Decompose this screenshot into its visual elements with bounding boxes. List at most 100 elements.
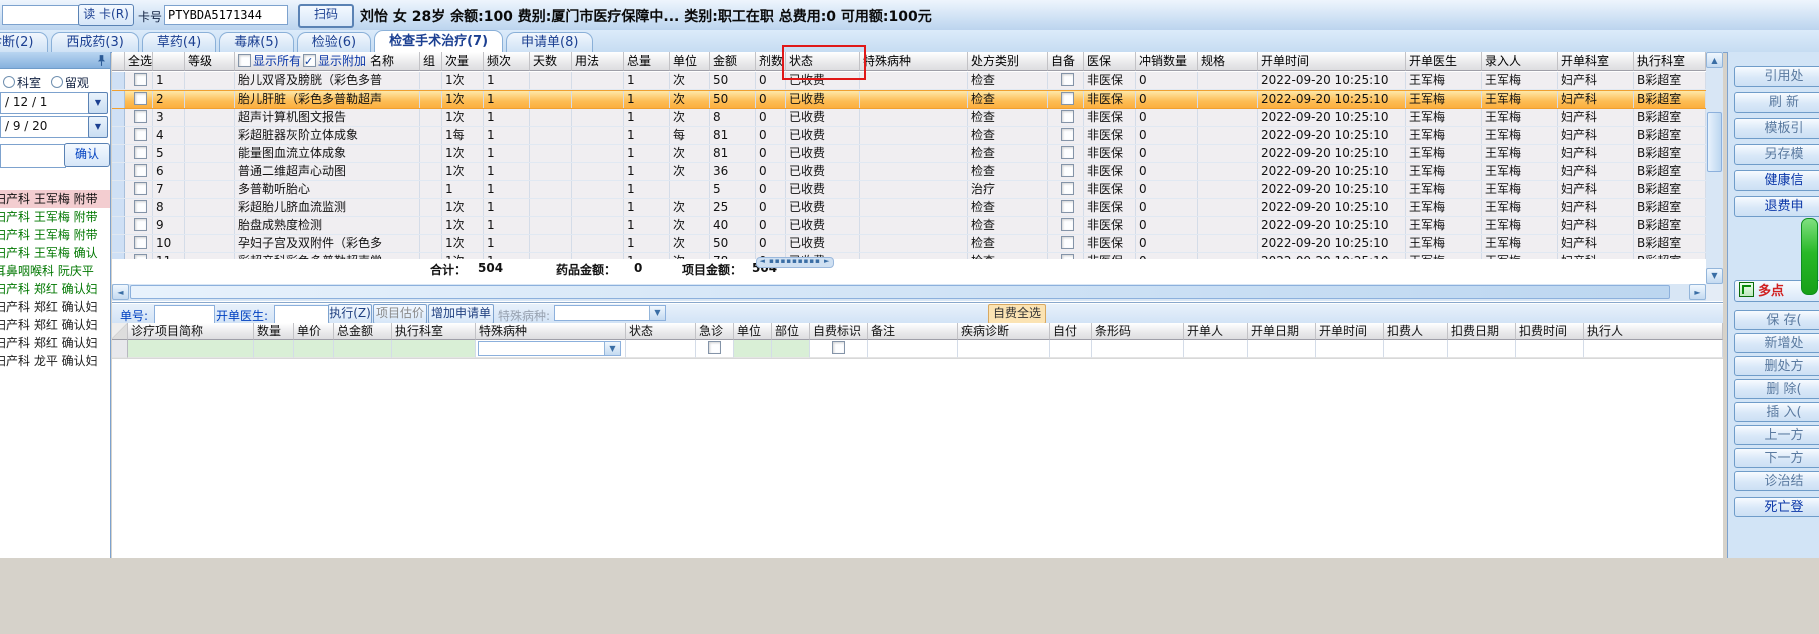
- column-header[interactable]: 全选: [125, 52, 153, 71]
- row-select-checkbox[interactable]: [133, 164, 147, 177]
- chevron-down-icon[interactable]: ▼: [649, 306, 665, 320]
- column-header[interactable]: 数量: [254, 323, 294, 340]
- pin-icon[interactable]: [97, 54, 106, 70]
- row-select-checkbox[interactable]: [133, 182, 147, 195]
- column-header[interactable]: [112, 52, 125, 71]
- emergency-checkbox[interactable]: [708, 341, 721, 354]
- self-provided-checkbox[interactable]: [1060, 200, 1074, 213]
- show-all-checkbox[interactable]: [238, 54, 251, 67]
- right-panel-button[interactable]: 刷 新: [1734, 92, 1819, 113]
- row-select-checkbox[interactable]: [133, 73, 147, 86]
- scroll-down-icon[interactable]: ▼: [1706, 268, 1723, 284]
- tab-5[interactable]: 检验(6): [296, 32, 372, 52]
- column-header[interactable]: 等级: [185, 52, 235, 71]
- column-header[interactable]: 显示所有 显示附加名称: [235, 52, 420, 71]
- column-header[interactable]: 状态: [626, 323, 696, 340]
- column-header[interactable]: 录入人: [1482, 52, 1558, 71]
- column-header[interactable]: 扣费人: [1384, 323, 1448, 340]
- self-provided-checkbox[interactable]: [1060, 110, 1074, 123]
- right-panel-button[interactable]: 退费申: [1734, 196, 1819, 217]
- column-header[interactable]: 急诊: [696, 323, 734, 340]
- row-select-checkbox[interactable]: [133, 200, 147, 213]
- right-panel-button[interactable]: 上一方: [1734, 425, 1819, 445]
- column-header[interactable]: 开单科室: [1558, 52, 1634, 71]
- right-panel-button[interactable]: 诊治结: [1734, 471, 1819, 491]
- scan-button[interactable]: 扫码: [298, 4, 354, 28]
- visit-list-item[interactable]: 耳鼻咽喉科 阮庆平: [0, 262, 110, 280]
- column-header[interactable]: 频次: [484, 52, 530, 71]
- visit-list-item[interactable]: 妇产科 王军梅 附带: [0, 190, 110, 208]
- order-doctor-input[interactable]: [274, 305, 330, 325]
- column-header[interactable]: 自备: [1048, 52, 1084, 71]
- misc-input[interactable]: [2, 5, 80, 25]
- column-header[interactable]: 执行人: [1584, 323, 1723, 340]
- self-provided-checkbox[interactable]: [1060, 164, 1074, 177]
- read-card-button[interactable]: 读 卡(R): [78, 4, 134, 26]
- visit-list-item[interactable]: 妇产科 郑红 确认妇: [0, 280, 110, 298]
- right-panel-button[interactable]: 插 入(: [1734, 402, 1819, 422]
- column-header[interactable]: 疾病诊断: [958, 323, 1050, 340]
- column-header[interactable]: 诊疗项目简称: [128, 323, 254, 340]
- column-header[interactable]: 扣费时间: [1516, 323, 1584, 340]
- scroll-right-icon[interactable]: ►: [1689, 284, 1706, 300]
- column-header[interactable]: 开单时间: [1258, 52, 1406, 71]
- visit-list-item[interactable]: 妇产科 王军梅 确认: [0, 244, 110, 262]
- table-row[interactable]: 8 彩超胎儿脐血流监测 1次 1 1 次 25 0 已收费 检查 非医保 0 2022-09-20 10…: [112, 199, 1706, 217]
- column-header[interactable]: 部位: [772, 323, 810, 340]
- self-provided-checkbox[interactable]: [1060, 182, 1074, 195]
- row-select-checkbox[interactable]: [133, 146, 147, 159]
- row-select-checkbox[interactable]: [133, 92, 147, 105]
- column-header[interactable]: 单位: [670, 52, 710, 71]
- column-header[interactable]: 单位: [734, 323, 772, 340]
- column-header[interactable]: 次量: [442, 52, 484, 71]
- scroll-left-icon[interactable]: ◄: [112, 284, 129, 300]
- row-select-checkbox[interactable]: [133, 110, 147, 123]
- self-provided-checkbox[interactable]: [1060, 146, 1074, 159]
- chevron-down-icon[interactable]: ▼: [604, 342, 620, 355]
- column-header[interactable]: 开单时间: [1316, 323, 1384, 340]
- column-header[interactable]: 扣费日期: [1448, 323, 1516, 340]
- vertical-scrollbar[interactable]: ▲ ▼: [1706, 52, 1723, 284]
- right-panel-button[interactable]: 下一方: [1734, 448, 1819, 468]
- visit-list-item[interactable]: 妇产科 郑红 确认妇: [0, 316, 110, 334]
- splitter-handle[interactable]: ◄ ▪▪▪▪▪▪▪▪▪ ►: [756, 257, 834, 268]
- dept-radio[interactable]: [3, 76, 15, 88]
- date-to-dropdown[interactable]: ▼: [88, 116, 108, 138]
- right-panel-button[interactable]: 删 除(: [1734, 379, 1819, 399]
- column-header[interactable]: 执行科室: [1634, 52, 1706, 71]
- column-header[interactable]: 单价: [294, 323, 334, 340]
- show-extra-checkbox[interactable]: [303, 52, 317, 70]
- column-header[interactable]: 自付: [1050, 323, 1092, 340]
- right-panel-button[interactable]: 引用处: [1734, 66, 1819, 87]
- tab-3[interactable]: 草药(4): [141, 32, 217, 52]
- tab-4[interactable]: 毒麻(5): [219, 32, 294, 52]
- right-panel-button[interactable]: 模板引: [1734, 118, 1819, 139]
- table-row[interactable]: 9 胎盘成熟度检测 1次 1 1 次 40 0 已收费 检查 非医保 0 2022-09-20 10:2…: [112, 217, 1706, 235]
- table-row[interactable]: 1 胎儿双肾及膀胱（彩色多普 1次 1 1 次 50 0 已收费 检查 非医保 0 2022-09-20…: [112, 72, 1706, 90]
- column-header[interactable]: 总金额: [334, 323, 392, 340]
- table-row[interactable]: 6 普通二维超声心动图 1次 1 1 次 36 0 已收费 检查 非医保 0 2022-09-20 10…: [112, 163, 1706, 181]
- hscroll-thumb[interactable]: [130, 285, 1670, 299]
- row-special-disease-combobox[interactable]: ▼: [478, 341, 621, 356]
- execute-button[interactable]: 执行(Z): [328, 304, 372, 324]
- column-header[interactable]: 开单人: [1184, 323, 1248, 340]
- observe-radio[interactable]: [50, 76, 63, 88]
- table-row[interactable]: 4 彩超脏器灰阶立体成象 1每 1 1 每 81 0 已收费 检查 非医保 0 2022-09-20 1…: [112, 127, 1706, 145]
- estimate-button[interactable]: 项目估价: [373, 304, 427, 324]
- special-disease-combobox[interactable]: ▼: [554, 305, 666, 321]
- selfpay-all-button[interactable]: 自费全选: [988, 304, 1046, 324]
- visit-list-item[interactable]: 妇产科 郑红 确认妇: [0, 334, 110, 352]
- date-from-input[interactable]: / 12 / 1: [0, 92, 92, 114]
- green-capsule-handle[interactable]: [1801, 218, 1818, 295]
- self-provided-checkbox[interactable]: [1060, 73, 1074, 86]
- visit-list-item[interactable]: 妇产科 王军梅 附带: [0, 226, 110, 244]
- right-panel-button[interactable]: 另存模: [1734, 144, 1819, 165]
- column-header[interactable]: 自费标识: [810, 323, 868, 340]
- self-provided-checkbox[interactable]: [1060, 218, 1074, 231]
- right-panel-button[interactable]: 保 存(: [1734, 310, 1819, 330]
- tab-1[interactable]: 诊断(2): [0, 32, 49, 52]
- horizontal-scrollbar[interactable]: ◄ ►: [112, 284, 1706, 301]
- tab-2[interactable]: 西成药(3): [51, 32, 139, 52]
- column-header[interactable]: 医保: [1084, 52, 1136, 71]
- column-header[interactable]: 天数: [530, 52, 572, 71]
